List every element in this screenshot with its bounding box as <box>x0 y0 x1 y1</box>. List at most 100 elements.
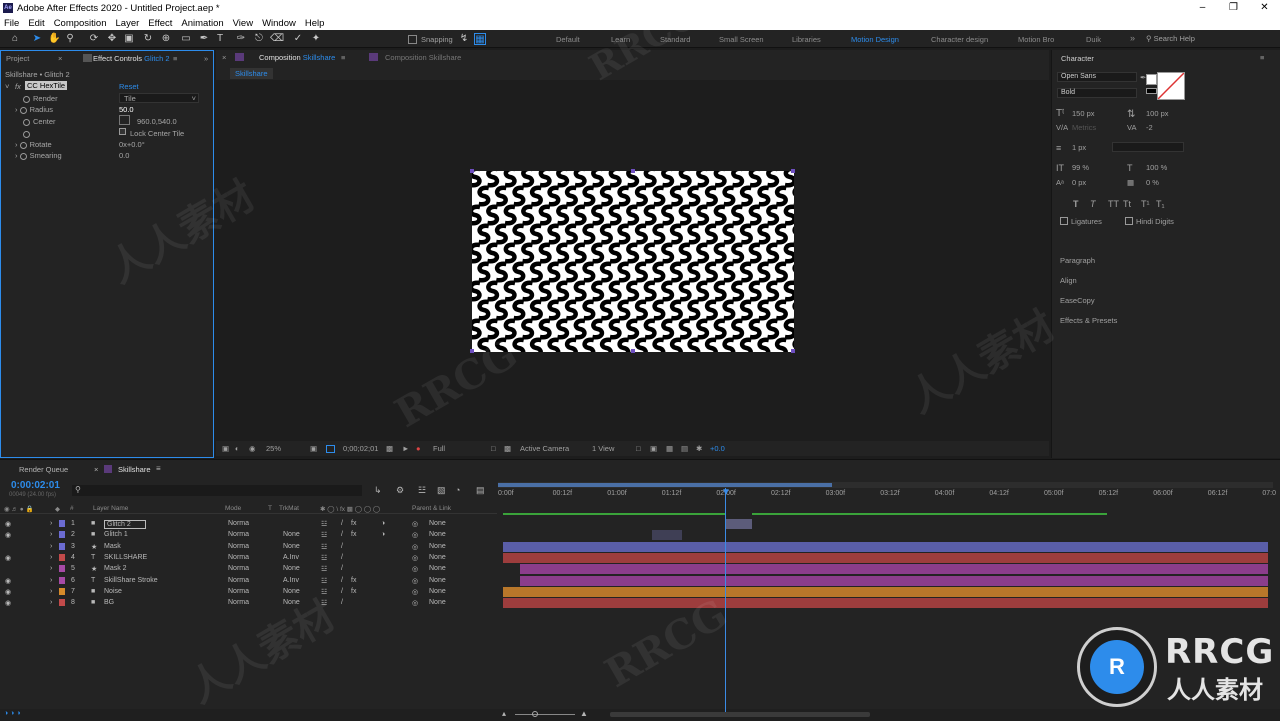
mask-visibility-icon[interactable]: ◐ <box>235 444 240 453</box>
trkmat-dropdown[interactable]: A.Inv <box>283 554 299 561</box>
workspace-duik[interactable]: Duik <box>1086 35 1101 44</box>
brush-tool-icon[interactable]: ✑ <box>235 33 247 45</box>
table-row[interactable]: ◉›8■BGNormaNone☳/◎None <box>0 598 497 609</box>
maximize-icon[interactable]: ❐ <box>1218 0 1249 16</box>
bounding-handle[interactable] <box>470 349 474 353</box>
black-swatch[interactable] <box>1146 88 1157 94</box>
pickwhip-icon[interactable]: ◎ <box>412 543 418 551</box>
workspace-standard[interactable]: Standard <box>660 35 690 44</box>
orbit-tool-icon[interactable]: ⟳ <box>88 33 100 45</box>
eye-icon[interactable]: ◉ <box>5 554 11 562</box>
effect-cc-hextile[interactable]: ˅ fx CC HexTile Reset <box>5 82 205 92</box>
shy-switch-icon[interactable]: ☳ <box>321 554 327 562</box>
safe-zones-icon[interactable] <box>326 445 335 453</box>
snapshot-icon[interactable]: ▩ <box>386 444 393 453</box>
smearing-value[interactable]: 0.0 <box>119 151 129 160</box>
layer-duration-bar[interactable] <box>503 598 1268 608</box>
composition-mini-flowchart-icon[interactable]: ↳ <box>374 485 382 496</box>
layer-name-header[interactable]: Layer Name <box>93 505 128 512</box>
tab-close-icon[interactable]: × <box>58 54 62 63</box>
always-preview-icon[interactable]: ▣ <box>222 444 229 453</box>
eraser-tool-icon[interactable]: ⌫ <box>270 33 282 45</box>
label-color-swatch[interactable] <box>59 554 65 561</box>
quality-switch-icon[interactable]: / <box>341 577 343 584</box>
fx-toggle-icon[interactable]: fx <box>15 82 21 91</box>
frame-blending-icon[interactable]: ▧ <box>437 485 446 496</box>
draft-3d-icon[interactable]: ⚙ <box>396 485 404 496</box>
tsume-value[interactable]: 0 % <box>1146 178 1159 187</box>
stroke-width-value[interactable]: 1 px <box>1072 143 1086 152</box>
graph-editor-icon[interactable]: ▤ <box>476 485 485 496</box>
layer-name[interactable]: Mask 2 <box>104 565 127 572</box>
menu-edit[interactable]: Edit <box>28 18 44 29</box>
tab-close-icon[interactable]: × <box>94 465 98 474</box>
leading-value[interactable]: 100 px <box>1146 109 1169 118</box>
fx-switch-icon[interactable]: fx <box>351 588 356 595</box>
kerning-value[interactable]: Metrics <box>1072 123 1096 132</box>
flowchart-icon[interactable]: ▤ <box>681 444 688 453</box>
shy-switch-icon[interactable]: ☳ <box>321 543 327 551</box>
fast-previews-icon[interactable]: ▣ <box>650 444 657 453</box>
bounding-handle[interactable] <box>631 169 635 173</box>
roto-brush-tool-icon[interactable]: ✓ <box>292 33 304 45</box>
label-color-swatch[interactable] <box>59 531 65 538</box>
chevron-right-icon[interactable]: › <box>50 554 52 561</box>
tab-effect-controls[interactable]: Effect Controls Glitch 2 <box>93 54 170 63</box>
label-color-swatch[interactable] <box>59 577 65 584</box>
work-area-range[interactable] <box>498 483 832 487</box>
layer-name[interactable]: Glitch 2 <box>104 520 146 529</box>
pickwhip-icon[interactable]: ◎ <box>412 531 418 539</box>
playhead-handle-icon[interactable]: ▼ <box>721 488 730 497</box>
chevron-right-icon[interactable]: › <box>50 543 52 550</box>
pen-tool-icon[interactable]: ✒ <box>198 33 210 45</box>
menu-view[interactable]: View <box>233 18 253 29</box>
shy-switch-icon[interactable]: ☳ <box>321 531 327 539</box>
lock-icon[interactable] <box>369 53 378 61</box>
breadcrumb[interactable]: Skillshare <box>230 68 273 79</box>
superscript-button[interactable]: T¹ <box>1141 199 1150 209</box>
timeline-current-time[interactable]: 0:00:02:01 <box>11 480 60 491</box>
hindi-digits-checkbox[interactable] <box>1125 217 1133 225</box>
lock-icon[interactable] <box>83 54 92 62</box>
section-easecopy[interactable]: EaseCopy <box>1060 296 1095 305</box>
layer-duration-bar[interactable] <box>520 576 1268 586</box>
pickwhip-icon[interactable]: ◎ <box>412 554 418 562</box>
shy-switch-icon[interactable]: ☳ <box>321 588 327 596</box>
pickwhip-icon[interactable]: ◎ <box>412 565 418 573</box>
expand-panels-icon[interactable]: » <box>204 54 208 63</box>
layer-duration-bar[interactable] <box>652 530 682 540</box>
reset-link[interactable]: Reset <box>119 82 139 91</box>
shy-switch-icon[interactable]: ☳ <box>321 577 327 585</box>
horizontal-scale-value[interactable]: 100 % <box>1146 163 1167 172</box>
menu-window[interactable]: Window <box>262 18 296 29</box>
faux-bold-button[interactable]: T <box>1073 199 1079 209</box>
layer-name[interactable]: Mask <box>104 543 121 550</box>
trkmat-dropdown[interactable]: None <box>283 565 300 572</box>
workspace-learn[interactable]: Learn <box>611 35 630 44</box>
lock-icon[interactable] <box>235 53 244 61</box>
toggle-pixel-aspect-icon[interactable]: □ <box>636 444 641 453</box>
bounding-handle[interactable] <box>791 349 795 353</box>
baseline-shift-value[interactable]: 0 px <box>1072 178 1086 187</box>
parent-dropdown[interactable]: None <box>429 577 446 584</box>
bounding-handle[interactable] <box>470 169 474 173</box>
layer-duration-bar[interactable] <box>520 564 1268 574</box>
quality-switch-icon[interactable]: / <box>341 565 343 572</box>
table-row[interactable]: ◉›4TSKILLSHARENormaA.Inv☳/◎None <box>0 553 497 564</box>
tab-composition-2[interactable]: Composition Skillshare <box>385 53 461 62</box>
home-icon[interactable]: ⌂ <box>9 33 21 45</box>
section-paragraph[interactable]: Paragraph <box>1060 256 1095 265</box>
fill-color-swatch[interactable] <box>1146 74 1157 85</box>
stopwatch-icon[interactable] <box>20 107 27 114</box>
workspace-character-design[interactable]: Character design <box>931 35 988 44</box>
trkmat-dropdown[interactable]: A.Inv <box>283 577 299 584</box>
type-tool-icon[interactable]: T <box>214 33 226 45</box>
mode-dropdown[interactable]: Norma <box>228 554 249 561</box>
chevron-right-icon[interactable]: › <box>50 531 52 538</box>
chevron-right-icon[interactable]: › <box>50 577 52 584</box>
layer-duration-bar[interactable] <box>503 553 1268 563</box>
pickwhip-icon[interactable]: ◎ <box>412 588 418 596</box>
layer-duration-bar[interactable] <box>503 587 1268 597</box>
quality-switch-icon[interactable]: / <box>341 531 343 538</box>
trkmat-dropdown[interactable]: None <box>283 599 300 606</box>
